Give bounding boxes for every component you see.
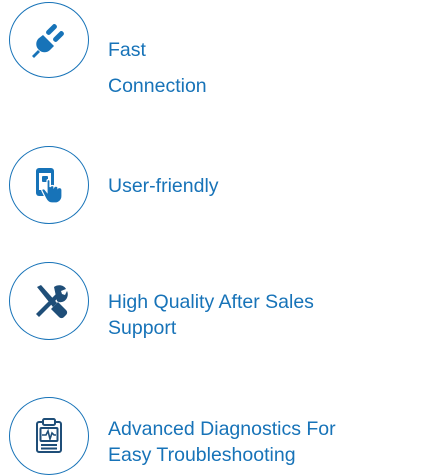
feature-label-after-sales-support: High Quality After Sales Support [108,289,314,341]
tools-icon-circle [9,262,89,340]
touch-device-icon-circle [9,146,89,224]
touch-device-icon [36,168,63,204]
tools-icon [36,285,68,319]
feature-label-line: Advanced Diagnostics For [108,418,336,440]
feature-label-line: Fast [108,39,146,61]
feature-label-line: Connection [108,75,207,97]
feature-label-user-friendly: User-friendly [108,173,219,199]
feature-label-fast-connection: Fast Connection [108,37,207,99]
plug-icon [32,24,64,58]
feature-label-line: High Quality After Sales [108,291,314,313]
feature-label-line: User-friendly [108,175,219,197]
feature-label-advanced-diagnostics: Advanced Diagnostics For Easy Troublesho… [108,416,336,468]
plug-icon-circle [9,2,89,78]
clipboard-diagnostics-icon [36,418,62,453]
feature-label-line: Support [108,317,177,339]
clipboard-diagnostics-icon-circle [9,397,89,475]
feature-label-line: Easy Troubleshooting [108,444,296,466]
